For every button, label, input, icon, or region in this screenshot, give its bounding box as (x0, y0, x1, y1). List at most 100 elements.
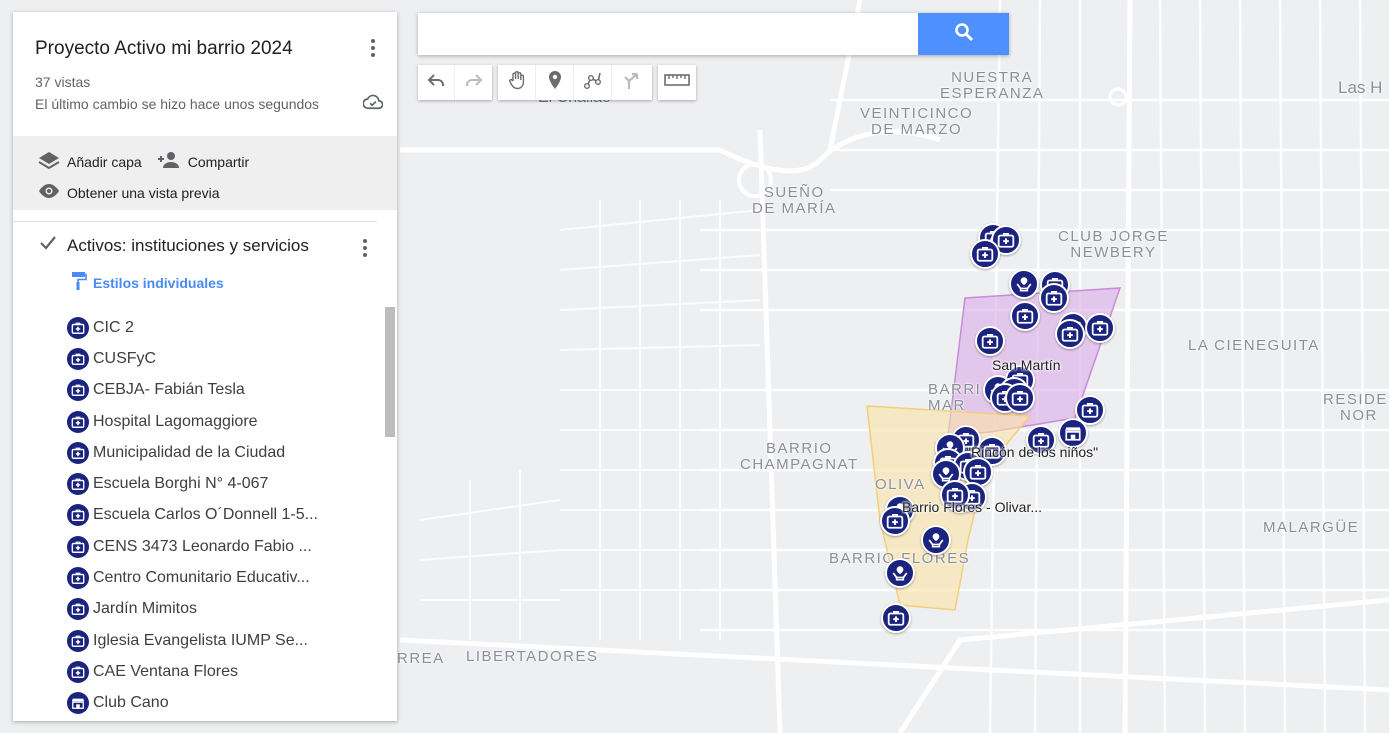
map-label-barrio-champagnat: BARRIO CHAMPAGNAT (740, 440, 859, 473)
map-label-veinticinco-de-marzo: VEINTICINCO DE MARZO (860, 105, 974, 138)
directions-button[interactable] (612, 65, 652, 100)
map-marker-medical[interactable] (1055, 319, 1085, 349)
medical-icon (67, 347, 89, 370)
panel-scrollbar[interactable] (385, 307, 395, 437)
layer-list-item-label: Jardín Mimitos (93, 600, 198, 618)
medical-icon (67, 660, 89, 683)
measure-button[interactable] (658, 65, 696, 100)
draw-line-button[interactable] (574, 65, 612, 100)
last-change-status: El último cambio se hizo hace unos segun… (35, 96, 320, 112)
map-label-barrio-mar: BARRI MAR (928, 381, 982, 414)
layer-list-item[interactable]: Centro Comunitario Educativ... (67, 562, 397, 593)
layer-list-item[interactable]: CIC 2 (67, 312, 397, 343)
feature-label-barrio-flores-olivar[interactable]: Barrio Flores - Olivar... (902, 499, 1042, 515)
map-label-club-jorge-newbery: CLUB JORGE NEWBERY (1058, 228, 1169, 261)
map-marker-medical[interactable] (1085, 313, 1115, 343)
medical-icon (67, 316, 89, 339)
map-pin-icon (548, 70, 562, 95)
add-marker-button[interactable] (536, 65, 574, 100)
pan-tool-button[interactable] (498, 65, 536, 100)
layer-list-item[interactable]: Iglesia Evangelista IUMP Se... (67, 625, 397, 656)
redo-icon (465, 72, 483, 93)
map-marker-medical[interactable] (970, 239, 1000, 269)
map-label-nuestra-esperanza: NUESTRA ESPERANZA (940, 69, 1045, 102)
map-actions: Añadir capa Compartir Obtener una vista … (13, 136, 397, 210)
polyline-icon (583, 70, 603, 95)
map-marker-medical[interactable] (881, 603, 911, 633)
map-info-header: Proyecto Activo mi barrio 2024 37 vistas… (13, 12, 397, 136)
add-person-icon (156, 150, 182, 173)
medical-icon (67, 473, 89, 496)
search-input[interactable] (418, 13, 918, 55)
layer-list-item[interactable]: CAE Ventana Flores (67, 656, 397, 687)
layer-list-item[interactable]: Escuela Carlos O´Donnell 1-5... (67, 500, 397, 531)
map-label-olivar: OLIVA (875, 476, 926, 493)
layer-options-menu-icon[interactable] (355, 236, 375, 260)
map-label-rrea: RREA (397, 650, 445, 667)
measure-toolbar (658, 65, 696, 100)
map-marker-medical[interactable] (975, 326, 1005, 356)
store-icon (67, 692, 89, 715)
layer-list-item-label: CIC 2 (93, 318, 134, 336)
layer-list-item-label: Iglesia Evangelista IUMP Se... (93, 631, 308, 649)
layer-list-item-label: CAE Ventana Flores (93, 662, 238, 680)
eye-icon (37, 182, 61, 203)
layer-section: Activos: instituciones y servicios Estil… (13, 222, 397, 721)
layer-list-item-label: Escuela Carlos O´Donnell 1-5... (93, 506, 318, 524)
drawing-toolbar (498, 65, 652, 100)
layer-list-item[interactable]: Municipalidad de la Ciudad (67, 437, 397, 468)
layer-list-item[interactable]: Club Cano (67, 688, 397, 719)
layer-list-item-label: Centro Comunitario Educativ... (93, 569, 310, 587)
map-marker-helping-hands[interactable] (885, 558, 915, 588)
layer-list-item[interactable] (67, 719, 397, 721)
medical-icon (67, 598, 89, 621)
share-button[interactable]: Compartir (156, 150, 249, 173)
layer-list-item[interactable]: Jardín Mimitos (67, 594, 397, 625)
map-marker-medical[interactable] (1005, 383, 1035, 413)
search-bar (418, 13, 1009, 55)
layer-list-item[interactable]: CEBJA- Fabián Tesla (67, 375, 397, 406)
search-icon (954, 22, 974, 47)
map-label-sueno-de-maria: SUEÑO DE MARÍA (752, 184, 837, 217)
medical-icon (67, 410, 89, 433)
layer-list-item-label: CEBJA- Fabián Tesla (93, 381, 245, 399)
undo-button[interactable] (418, 65, 455, 100)
search-button[interactable] (918, 13, 1009, 55)
map-marker-helping-hands[interactable] (1009, 269, 1039, 299)
map-marker-medical[interactable] (1010, 301, 1040, 331)
medical-icon (67, 629, 89, 652)
share-label: Compartir (187, 153, 250, 170)
map-title[interactable]: Proyecto Activo mi barrio 2024 (35, 38, 375, 60)
feature-label-rincon-de-los-ninos[interactable]: "Rincón de los niños" (966, 444, 1098, 460)
layer-title[interactable]: Activos: instituciones y servicios (67, 236, 309, 256)
layer-list-item-label: Club Cano (93, 694, 169, 712)
medical-icon (67, 567, 89, 590)
layer-list-item[interactable]: CENS 3473 Leonardo Fabio ... (67, 531, 397, 562)
map-label-libertadores: LIBERTADORES (466, 648, 599, 665)
layer-items-list: CIC 2 CUSFyC CEBJA- Fabián Tesla Hospital L… (67, 312, 397, 721)
layer-list-item-label: Municipalidad de la Ciudad (93, 443, 286, 461)
layer-list-item[interactable]: Hospital Lagomaggiore (67, 406, 397, 437)
layer-list-item[interactable]: CUSFyC (67, 343, 397, 374)
medical-icon (67, 379, 89, 402)
map-options-menu-icon[interactable] (363, 36, 383, 60)
layers-icon (37, 150, 61, 173)
layer-visibility-checkbox[interactable] (39, 234, 57, 257)
medical-icon (67, 535, 89, 558)
paint-roller-icon (71, 271, 87, 294)
layer-list-item[interactable]: Escuela Borghi N° 4-067 (67, 468, 397, 499)
map-marker-helping-hands[interactable] (921, 525, 951, 555)
individual-styles-link[interactable]: Estilos individuales (71, 271, 397, 294)
individual-styles-label: Estilos individuales (93, 274, 224, 291)
map-label-la-cieneguita: LA CIENEGUITA (1188, 337, 1320, 354)
preview-button[interactable]: Obtener una vista previa (37, 182, 220, 203)
add-layer-button[interactable]: Añadir capa (37, 150, 142, 173)
cloud-saved-icon (362, 94, 384, 115)
redo-button[interactable] (455, 65, 492, 100)
undo-icon (427, 72, 445, 93)
preview-label: Obtener una vista previa (67, 184, 220, 201)
map-marker-medical[interactable] (1039, 283, 1069, 313)
layer-list-item-label: Hospital Lagomaggiore (93, 412, 258, 430)
feature-label-san-martin[interactable]: San Martín (992, 357, 1060, 373)
layer-list-item-label: CENS 3473 Leonardo Fabio ... (93, 537, 312, 555)
